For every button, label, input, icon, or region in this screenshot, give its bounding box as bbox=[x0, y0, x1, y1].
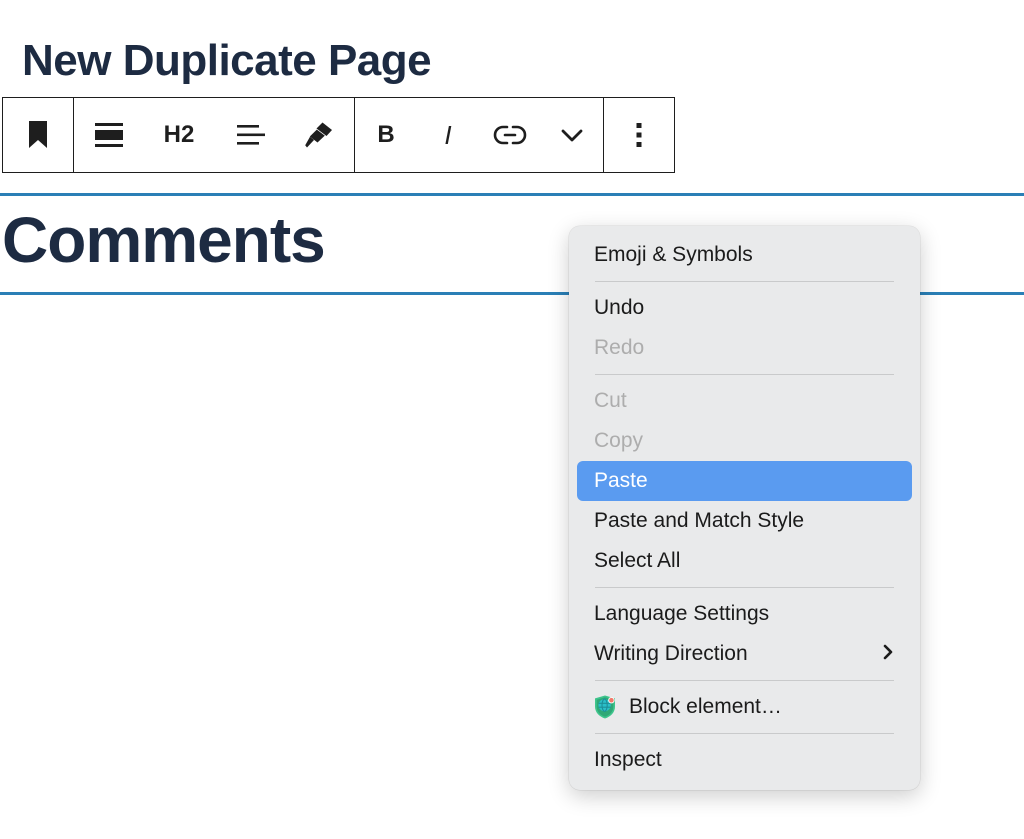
page-title[interactable]: New Duplicate Page bbox=[22, 37, 432, 84]
menu-item-label: Inspect bbox=[594, 748, 662, 771]
bookmark-icon-button[interactable] bbox=[3, 98, 73, 172]
heading-level-button[interactable]: H2 bbox=[144, 98, 214, 172]
menu-item-label: Emoji & Symbols bbox=[594, 243, 753, 266]
chevron-down-icon-button[interactable] bbox=[541, 98, 603, 172]
link-icon-button[interactable] bbox=[479, 98, 541, 172]
menu-item-label: Writing Direction bbox=[594, 642, 748, 665]
toolbar-group-block-format: H2 bbox=[74, 98, 355, 172]
shield-globe-icon bbox=[592, 694, 618, 720]
menu-item-label: Copy bbox=[594, 429, 644, 452]
highlighter-icon-button[interactable] bbox=[284, 98, 354, 172]
menu-item-emoji-symbols[interactable]: Emoji & Symbols bbox=[577, 235, 912, 275]
menu-item-undo[interactable]: Undo bbox=[577, 288, 912, 328]
menu-item-writing-direction[interactable]: Writing Direction bbox=[577, 634, 912, 674]
menu-item-copy: Copy bbox=[577, 421, 912, 461]
menu-item-language-settings[interactable]: Language Settings bbox=[577, 594, 912, 634]
chevron-down-icon bbox=[557, 124, 587, 146]
block-heading-text[interactable]: Comments bbox=[2, 204, 326, 278]
menu-item-label: Language Settings bbox=[594, 602, 770, 625]
menu-item-paste-and-match-style[interactable]: Paste and Match Style bbox=[577, 501, 912, 541]
menu-item-cut: Cut bbox=[577, 381, 912, 421]
menu-item-label: Undo bbox=[594, 296, 645, 319]
align-text-icon bbox=[233, 120, 265, 150]
menu-item-label: Cut bbox=[594, 389, 627, 412]
toolbar-group-inline-format: B I bbox=[355, 98, 604, 172]
menu-item-redo: Redo bbox=[577, 328, 912, 368]
bold-button[interactable]: B bbox=[355, 98, 417, 172]
menu-separator bbox=[595, 374, 894, 375]
toolbar-group-block-type bbox=[3, 98, 74, 172]
menu-item-label: Paste bbox=[594, 469, 648, 492]
menu-item-paste[interactable]: Paste bbox=[577, 461, 912, 501]
highlighter-icon bbox=[303, 119, 335, 151]
paragraph-block-icon bbox=[92, 120, 126, 150]
menu-separator bbox=[595, 733, 894, 734]
menu-item-select-all[interactable]: Select All bbox=[577, 541, 912, 581]
block-toolbar: H2 B I bbox=[2, 97, 675, 173]
menu-item-label: Select All bbox=[594, 549, 681, 572]
bookmark-icon bbox=[25, 120, 51, 150]
menu-item-label: Redo bbox=[594, 336, 645, 359]
toolbar-group-block-options bbox=[604, 98, 674, 172]
italic-button[interactable]: I bbox=[417, 98, 479, 172]
menu-item-label: Paste and Match Style bbox=[594, 509, 805, 532]
menu-separator bbox=[595, 281, 894, 282]
align-text-icon-button[interactable] bbox=[214, 98, 284, 172]
context-menu: Emoji & Symbols Undo Redo Cut Copy Paste… bbox=[569, 226, 920, 790]
menu-item-inspect[interactable]: Inspect bbox=[577, 740, 912, 780]
link-icon bbox=[492, 122, 528, 148]
kebab-menu-icon bbox=[634, 120, 644, 150]
bold-label: B bbox=[377, 121, 395, 148]
italic-label: I bbox=[444, 120, 452, 150]
menu-separator bbox=[595, 680, 894, 681]
menu-item-block-element[interactable]: Block element… bbox=[577, 687, 912, 727]
kebab-menu-icon-button[interactable] bbox=[604, 98, 674, 172]
paragraph-block-icon-button[interactable] bbox=[74, 98, 144, 172]
heading-level-label: H2 bbox=[163, 121, 195, 148]
menu-separator bbox=[595, 587, 894, 588]
chevron-right-icon bbox=[881, 642, 895, 666]
menu-item-label: Block element… bbox=[629, 695, 782, 718]
